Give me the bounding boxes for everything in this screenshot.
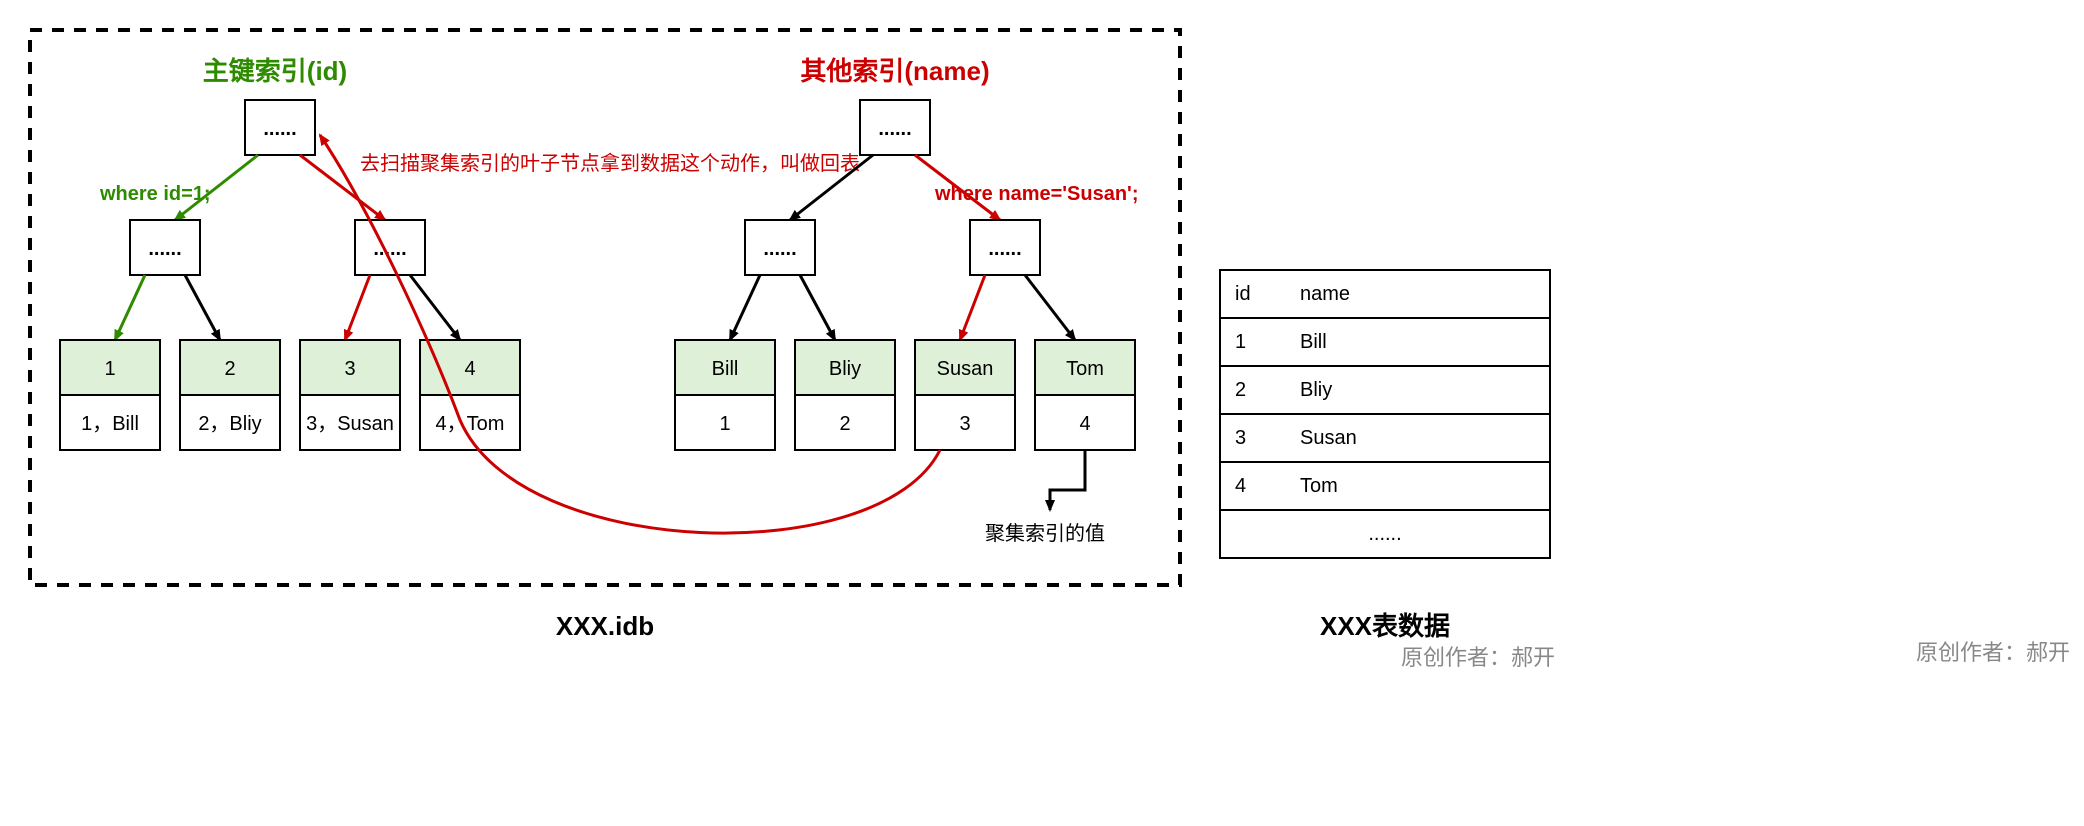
- left-where: where id=1;: [99, 183, 211, 205]
- tbl-r3c0: 4: [1235, 475, 1246, 497]
- arrow-l-mr-3: [345, 275, 370, 340]
- right-mid-r-label: ......: [988, 238, 1021, 260]
- left-leaf-2: 2 2，Bliy: [180, 340, 280, 450]
- idb-caption: XXX.idb: [556, 611, 654, 641]
- left-leaf-1-val: 1，Bill: [81, 413, 139, 435]
- data-table: id name 1 Bill 2 Bliy 3 Susan 4 Tom ....…: [1220, 270, 1550, 558]
- pointer-to-pk-label: [1050, 450, 1085, 510]
- tbl-r1c0: 2: [1235, 379, 1246, 401]
- left-leaf-4-val: 4，Tom: [436, 413, 505, 435]
- arrow-l-ml-2: [185, 275, 220, 340]
- diagram-root: XXX.idb 主键索引(id) ...... where id=1; ....…: [0, 0, 2084, 826]
- tbl-more: ......: [1368, 523, 1401, 545]
- tbl-r1c1: Bliy: [1300, 379, 1332, 401]
- right-leaf-2: Bliy 2: [795, 340, 895, 450]
- tbl-r3c1: Tom: [1300, 475, 1338, 497]
- left-mid-l-label: ......: [148, 238, 181, 260]
- credit-line-2: 原创作者：郝开: [1916, 640, 2070, 665]
- right-leaf-1: Bill 1: [675, 340, 775, 450]
- right-leaf-3: Susan 3: [915, 340, 1015, 450]
- arrow-l-ml-1: [115, 275, 145, 340]
- right-mid-l-label: ......: [763, 238, 796, 260]
- tbl-r2c1: Susan: [1300, 427, 1357, 449]
- tbl-r0c1: Bill: [1300, 331, 1327, 353]
- arrow-l-mr-4: [410, 275, 460, 340]
- arrow-r-mr-4: [1025, 275, 1075, 340]
- tbl-h0: id: [1235, 283, 1251, 305]
- left-leaf-4-key: 4: [464, 358, 475, 380]
- right-leaf-1-val: 1: [719, 413, 730, 435]
- pk-value-label: 聚集索引的值: [985, 522, 1105, 545]
- right-root-label: ......: [878, 118, 911, 140]
- left-leaf-2-val: 2，Bliy: [198, 413, 261, 435]
- right-leaf-1-key: Bill: [712, 358, 739, 380]
- left-leaf-3: 3 3，Susan: [300, 340, 400, 450]
- right-leaf-4-key: Tom: [1066, 358, 1104, 380]
- callback-note: 去扫描聚集索引的叶子节点拿到数据这个动作，叫做回表: [360, 151, 860, 175]
- arrow-r-ml-2: [800, 275, 835, 340]
- left-leaf-1-key: 1: [104, 358, 115, 380]
- tbl-r2c0: 3: [1235, 427, 1246, 449]
- left-leaf-1: 1 1，Bill: [60, 340, 160, 450]
- tbl-h1: name: [1300, 283, 1350, 305]
- table-caption: XXX表数据: [1320, 611, 1450, 641]
- left-leaf-3-key: 3: [344, 358, 355, 380]
- credit-line: 原创作者：郝开: [1401, 645, 1555, 670]
- left-index-title: 主键索引(id): [203, 56, 347, 86]
- arrow-r-ml-1: [730, 275, 760, 340]
- left-leaf-2-key: 2: [224, 358, 235, 380]
- right-index-title: 其他索引(name): [800, 56, 989, 86]
- tbl-r0c0: 1: [1235, 331, 1246, 353]
- left-root-label: ......: [263, 118, 296, 140]
- left-leaf-3-val: 3，Susan: [306, 413, 394, 435]
- right-leaf-2-key: Bliy: [829, 358, 861, 380]
- lookup-back-arrow: [320, 135, 940, 533]
- right-leaf-3-key: Susan: [937, 358, 994, 380]
- right-leaf-4-val: 4: [1079, 413, 1090, 435]
- right-leaf-3-val: 3: [959, 413, 970, 435]
- right-leaf-2-val: 2: [839, 413, 850, 435]
- left-mid-r-label: ......: [373, 238, 406, 260]
- right-leaf-4: Tom 4: [1035, 340, 1135, 450]
- arrow-r-mr-3: [960, 275, 985, 340]
